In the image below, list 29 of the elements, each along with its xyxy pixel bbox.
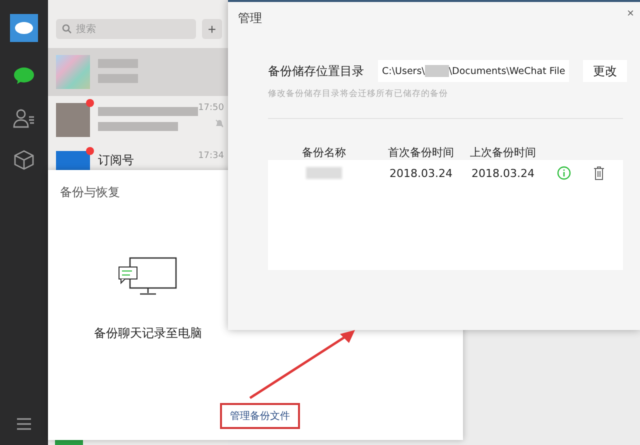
table-cell-text: 2018.03.24: [388, 166, 454, 180]
avatar-placeholder: [56, 55, 90, 89]
message-time: 17:34: [198, 151, 224, 161]
menu-icon[interactable]: [16, 416, 32, 432]
conversation-name: 订阅号: [98, 152, 135, 168]
box-icon[interactable]: [12, 148, 36, 172]
backup-to-computer-label: 备份聊天记录至电脑: [94, 325, 202, 342]
search-icon: [62, 24, 72, 34]
blurred-text: [98, 74, 138, 83]
close-button[interactable]: ×: [626, 6, 634, 20]
blurred-text: [98, 59, 138, 68]
trash-icon[interactable]: [593, 166, 605, 180]
column-header: 首次备份时间: [387, 145, 455, 160]
contact-avatar: [55, 440, 83, 445]
hint-text: 修改备份储存目录将会迁移所有已储存的备份: [268, 88, 449, 100]
location-label: 备份储存位置目录: [268, 62, 364, 80]
manage-backup-link[interactable]: 管理备份文件: [220, 403, 300, 429]
dialog-title: 管理: [238, 10, 262, 27]
column-header: 备份名称: [301, 145, 347, 160]
change-button[interactable]: 更改: [583, 60, 628, 82]
column-header: 上次备份时间: [469, 145, 537, 160]
path-field[interactable]: C:\Users\ \Documents\WeChat File: [378, 60, 570, 82]
add-button[interactable]: +: [202, 19, 222, 39]
monitor-chat-icon[interactable]: [118, 257, 178, 297]
blurred-name: [306, 167, 342, 179]
dialog-title: 备份与恢复: [60, 184, 120, 201]
profile-avatar[interactable]: [10, 14, 38, 42]
table-cell-text: 2018.03.24: [470, 166, 536, 180]
message-time: 17:50: [198, 103, 224, 113]
